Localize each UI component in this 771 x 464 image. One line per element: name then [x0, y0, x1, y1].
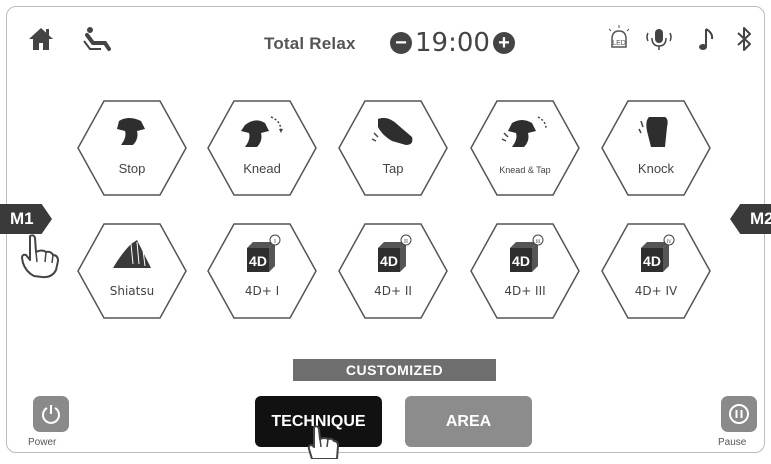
technique-knead-tap-button[interactable]: Knead & Tap [469, 99, 581, 197]
shiatsu-hand-icon [113, 240, 151, 268]
technique-tap-button[interactable]: Tap [337, 99, 449, 197]
increase-time-button[interactable]: + [492, 32, 515, 54]
technique-label: 4D+ III [504, 284, 546, 298]
pause-label: Pause [718, 437, 747, 448]
4d-icon: 4D I [247, 234, 281, 272]
4d-text: 4D [512, 253, 530, 269]
4d-icon: 4D III [510, 234, 544, 272]
bluetooth-icon[interactable] [727, 22, 761, 56]
technique-shiatsu-button[interactable]: Shiatsu [76, 222, 188, 320]
technique-label: Shiatsu [109, 284, 155, 298]
4d-text: 4D [249, 253, 267, 269]
technique-4d-plus-1-button[interactable]: 4D I 4D+ I [206, 222, 318, 320]
4d-icon: 4D II [378, 234, 412, 272]
technique-4d-plus-3-button[interactable]: 4D III 4D+ III [469, 222, 581, 320]
knead-tap-hand-icon [501, 116, 547, 147]
technique-knead-button[interactable]: Knead [206, 99, 318, 197]
technique-label: Knock [637, 161, 675, 176]
timer-display: 19:00 [415, 28, 490, 58]
technique-4d-plus-2-button[interactable]: 4D II 4D+ II [337, 222, 449, 320]
led-icon[interactable]: LED [602, 22, 636, 56]
power-label: Power [28, 437, 57, 448]
decrease-time-button[interactable]: − [390, 32, 412, 54]
roman-numeral: I [274, 239, 276, 245]
program-title: Total Relax [264, 34, 356, 53]
knead-hand-icon [241, 116, 283, 147]
roman-numeral: II [404, 239, 408, 245]
voice-icon[interactable] [642, 22, 676, 56]
recline-icon[interactable] [80, 22, 114, 56]
music-icon[interactable] [690, 22, 724, 56]
technique-label: Knead & Tap [499, 165, 551, 175]
memory-m1-button[interactable]: M1 [0, 204, 52, 234]
technique-label: 4D+ IV [634, 284, 678, 298]
timer-control: − 19:00 + [390, 28, 515, 58]
customized-label: CUSTOMIZED [293, 359, 496, 381]
pause-button[interactable] [721, 396, 757, 432]
4d-text: 4D [643, 253, 661, 269]
roman-numeral: IV [666, 240, 672, 245]
area-tab-button[interactable]: AREA [405, 396, 532, 447]
tap-hand-icon [371, 117, 413, 145]
technique-label: Stop [118, 161, 146, 176]
technique-label: 4D+ II [374, 284, 412, 298]
power-icon [42, 405, 60, 424]
technique-label: Knead [243, 161, 281, 176]
technique-label: Tap [382, 161, 404, 176]
power-button[interactable] [33, 396, 69, 432]
home-icon[interactable] [24, 22, 58, 56]
technique-4d-plus-4-button[interactable]: 4D IV 4D+ IV [600, 222, 712, 320]
knock-hand-icon [638, 117, 668, 147]
technique-knock-button[interactable]: Knock [600, 99, 712, 197]
pause-icon [729, 404, 749, 424]
4d-icon: 4D IV [641, 234, 675, 272]
technique-label: 4D+ I [244, 284, 280, 298]
pointing-hand-icon [304, 425, 344, 464]
roman-numeral: III [536, 240, 541, 245]
stop-hand-icon [117, 118, 145, 145]
technique-stop-button[interactable]: Stop [76, 99, 188, 197]
pointing-hand-icon [16, 232, 64, 285]
4d-text: 4D [380, 253, 398, 269]
led-text: LED [612, 40, 626, 47]
